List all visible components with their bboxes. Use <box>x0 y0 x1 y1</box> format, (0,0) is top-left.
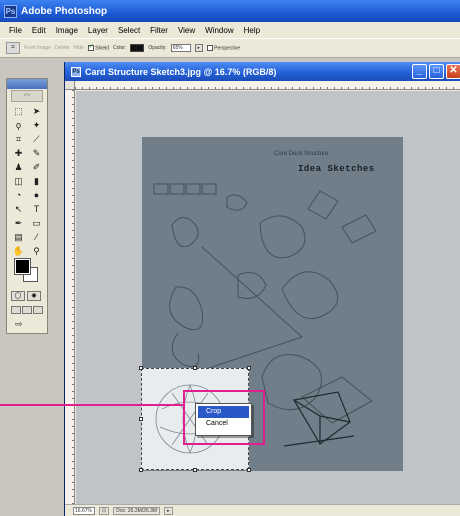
gradient-tool-icon[interactable]: ▮ <box>28 175 45 188</box>
app-title: Adobe Photoshop <box>21 5 108 17</box>
crop-handle-top-right[interactable] <box>247 366 251 370</box>
pen-tool-icon[interactable]: ✒ <box>10 217 27 230</box>
sketch-heading-large: Idea Sketches <box>298 164 375 174</box>
menu-view[interactable]: View <box>173 26 200 35</box>
sketch-heading-small: Core Deck Structure <box>274 151 329 157</box>
menu-filter[interactable]: Filter <box>145 26 173 35</box>
menu-select[interactable]: Select <box>113 26 145 35</box>
horizontal-ruler[interactable] <box>75 81 460 90</box>
callout-line <box>0 404 183 406</box>
status-navigator-button[interactable]: ⊡ <box>99 506 110 515</box>
brush-tool-icon[interactable]: ✎ <box>28 147 45 160</box>
hand-tool-icon[interactable]: ✋ <box>10 245 27 258</box>
crop-handle-top-left[interactable] <box>139 366 143 370</box>
opacity-slider-button[interactable]: ▸ <box>194 44 203 52</box>
crop-tool-icon[interactable]: ⌗ <box>10 133 27 146</box>
crop-handle-left[interactable] <box>139 417 143 421</box>
vertical-ruler[interactable] <box>65 90 75 504</box>
app-titlebar[interactable]: Ps Adobe Photoshop <box>0 0 460 22</box>
foreground-color-swatch[interactable] <box>14 258 31 275</box>
perspective-option[interactable]: Perspective <box>206 44 241 52</box>
status-bar: 16.67% ⊡ Doc: 26.3M/26.3M ▸ <box>65 504 460 516</box>
standard-mode-button[interactable]: ◯ <box>11 291 25 301</box>
toolbox-header[interactable] <box>7 79 47 89</box>
standard-screen-mode-button[interactable] <box>11 306 21 314</box>
feather-logo-icon[interactable]: 〰 <box>11 90 43 102</box>
history-brush-tool-icon[interactable]: ✐ <box>28 161 45 174</box>
ruler-origin[interactable] <box>65 81 75 90</box>
path-selection-tool-icon[interactable]: ↖ <box>10 203 27 216</box>
toolbox: 〰 ⬚ ➤ ϙ ✦ ⌗ ⟋ ✚ ✎ ♟ ✐ ◫ ▮ ◔ ● ↖ T ✒ ▭ ▤ … <box>6 78 48 334</box>
shield-label: Shield <box>95 45 110 52</box>
zoom-tool-icon[interactable]: ⚲ <box>28 245 45 258</box>
close-button[interactable]: ✕ <box>446 64 460 79</box>
crop-context-menu: Crop Cancel <box>195 403 252 436</box>
blur-tool-icon[interactable]: ◔ <box>10 189 27 202</box>
document-title: Card Structure Sketch3.jpg @ 16.7% (RGB/… <box>85 66 277 77</box>
crop-handle-bottom[interactable] <box>193 468 197 472</box>
window-controls: _ □ ✕ <box>412 64 460 79</box>
notes-tool-icon[interactable]: ▤ <box>10 231 27 244</box>
type-tool-icon[interactable]: T <box>28 203 45 216</box>
opacity-input[interactable]: 65% <box>170 44 191 52</box>
zoom-level-field[interactable]: 16.67% <box>73 506 95 515</box>
delete-option[interactable]: Delete <box>55 45 69 51</box>
document-titlebar[interactable]: Ps Card Structure Sketch3.jpg @ 16.7% (R… <box>65 62 460 81</box>
tool-grid: ⬚ ➤ ϙ ✦ ⌗ ⟋ ✚ ✎ ♟ ✐ ◫ ▮ ◔ ● ↖ T ✒ ▭ ▤ ⁄ … <box>10 105 45 258</box>
screen-mode-row <box>11 306 43 314</box>
options-bar: ⌗ Front Image Delete Hide Shield Color: … <box>0 38 460 58</box>
full-screen-menu-mode-button[interactable] <box>22 306 32 314</box>
menu-layer[interactable]: Layer <box>83 26 113 35</box>
slice-tool-icon[interactable]: ⟋ <box>28 133 45 146</box>
dodge-tool-icon[interactable]: ● <box>28 189 45 202</box>
context-menu-crop[interactable]: Crop <box>198 406 249 418</box>
shape-tool-icon[interactable]: ▭ <box>28 217 45 230</box>
mask-mode-row: ◯ ◉ <box>11 291 41 301</box>
eraser-tool-icon[interactable]: ◫ <box>10 175 27 188</box>
crop-handle-bottom-right[interactable] <box>247 468 251 472</box>
clone-stamp-tool-icon[interactable]: ♟ <box>10 161 27 174</box>
marquee-tool-icon[interactable]: ⬚ <box>10 105 27 118</box>
crop-tool-preset-icon[interactable]: ⌗ <box>6 42 20 54</box>
menu-window[interactable]: Window <box>200 26 238 35</box>
perspective-checkbox[interactable] <box>206 44 213 51</box>
perspective-label: Perspective <box>214 45 241 52</box>
opacity-label: Opacity: <box>148 45 167 51</box>
crop-handle-top[interactable] <box>193 366 197 370</box>
front-image-button[interactable]: Front Image <box>24 45 51 51</box>
lasso-tool-icon[interactable]: ϙ <box>10 119 27 132</box>
quick-mask-mode-button[interactable]: ◉ <box>27 291 41 301</box>
maximize-button[interactable]: □ <box>429 64 444 79</box>
document-icon: Ps <box>71 66 81 77</box>
status-menu-arrow-icon[interactable]: ▸ <box>164 506 173 515</box>
menu-help[interactable]: Help <box>239 26 265 35</box>
healing-brush-tool-icon[interactable]: ✚ <box>10 147 27 160</box>
menu-edit[interactable]: Edit <box>27 26 51 35</box>
eyedropper-tool-icon[interactable]: ⁄ <box>28 231 45 244</box>
crop-handle-bottom-left[interactable] <box>139 468 143 472</box>
hide-option[interactable]: Hide <box>73 45 83 51</box>
shield-checkbox[interactable] <box>87 43 94 51</box>
context-menu-cancel[interactable]: Cancel <box>198 418 249 430</box>
full-screen-mode-button[interactable] <box>33 306 43 314</box>
shield-option[interactable]: Shield <box>87 43 110 52</box>
move-tool-icon[interactable]: ➤ <box>28 105 45 118</box>
magic-wand-tool-icon[interactable]: ✦ <box>28 119 45 132</box>
shield-color-swatch[interactable] <box>130 44 145 52</box>
minimize-button[interactable]: _ <box>412 64 427 79</box>
color-label: Color: <box>113 45 127 51</box>
menu-image[interactable]: Image <box>51 26 83 35</box>
pyramid-sketch <box>284 391 355 447</box>
color-swatches <box>14 258 39 283</box>
photoshop-logo-icon: Ps <box>4 4 17 18</box>
document-size-info: Doc: 26.3M/26.3M <box>113 506 161 515</box>
jump-to-imageready-icon[interactable]: ⇨ <box>15 319 23 330</box>
photoshop-window: Ps Adobe Photoshop File Edit Image Layer… <box>0 0 460 516</box>
menubar: File Edit Image Layer Select Filter View… <box>0 22 460 38</box>
menu-file[interactable]: File <box>4 26 27 35</box>
